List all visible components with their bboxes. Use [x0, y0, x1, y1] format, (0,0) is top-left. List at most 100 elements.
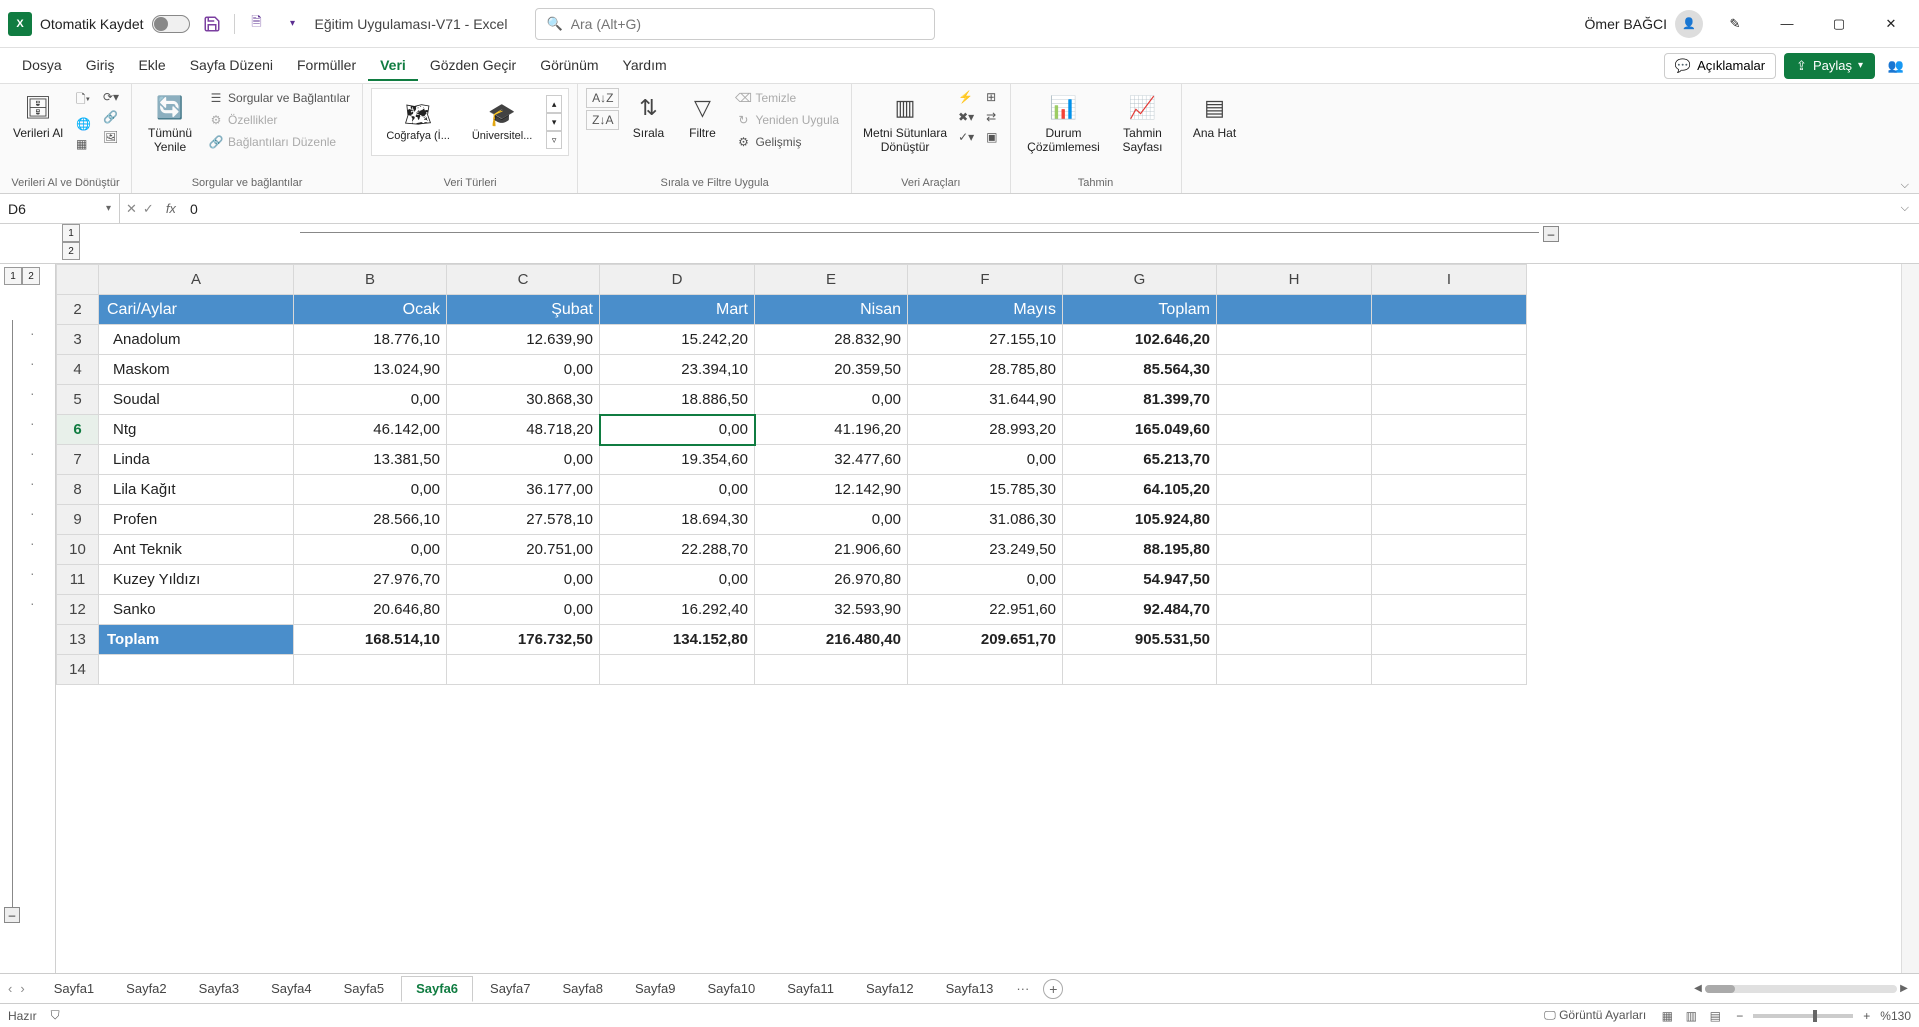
cell-E14[interactable]: [755, 655, 908, 685]
row-header-13[interactable]: 13: [57, 625, 99, 655]
page-break-icon[interactable]: ▤: [1704, 1007, 1726, 1025]
cell-I8[interactable]: [1372, 475, 1527, 505]
cell-A8[interactable]: Lila Kağıt: [99, 475, 294, 505]
cell-D13[interactable]: 134.152,80: [600, 625, 755, 655]
minimize-icon[interactable]: —: [1767, 8, 1807, 40]
tab-yardım[interactable]: Yardım: [611, 51, 679, 81]
cell-F2[interactable]: Mayıs: [908, 295, 1063, 325]
cell-H6[interactable]: [1217, 415, 1372, 445]
sheet-tab-sayfa12[interactable]: Sayfa12: [851, 976, 929, 1001]
add-sheet-button[interactable]: +: [1043, 979, 1063, 999]
save-icon[interactable]: [198, 10, 226, 38]
cell-A13[interactable]: Toplam: [99, 625, 294, 655]
cell-H5[interactable]: [1217, 385, 1372, 415]
cell-B5[interactable]: 0,00: [294, 385, 447, 415]
cell-G10[interactable]: 88.195,80: [1063, 535, 1217, 565]
cell-F11[interactable]: 0,00: [908, 565, 1063, 595]
cell-G5[interactable]: 81.399,70: [1063, 385, 1217, 415]
cell-F7[interactable]: 0,00: [908, 445, 1063, 475]
zoom-slider[interactable]: [1753, 1014, 1853, 1018]
search-input[interactable]: [571, 16, 925, 32]
cell-E13[interactable]: 216.480,40: [755, 625, 908, 655]
cell-E2[interactable]: Nisan: [755, 295, 908, 325]
from-table-icon[interactable]: ▦: [72, 135, 95, 153]
text-to-columns-button[interactable]: ▥ Metni Sütunlara Dönüştür: [860, 88, 950, 158]
row-header-6[interactable]: 6: [57, 415, 99, 445]
cell-I5[interactable]: [1372, 385, 1527, 415]
pen-icon[interactable]: ✎: [1715, 8, 1755, 40]
cell-G11[interactable]: 54.947,50: [1063, 565, 1217, 595]
close-icon[interactable]: ✕: [1871, 8, 1911, 40]
zoom-level[interactable]: %130: [1880, 1009, 1911, 1023]
autosave-toggle[interactable]: Otomatik Kaydet: [40, 15, 190, 33]
sheet-tab-sayfa13[interactable]: Sayfa13: [931, 976, 1009, 1001]
row-level-1[interactable]: 1: [4, 267, 22, 285]
row-header-7[interactable]: 7: [57, 445, 99, 475]
cell-A9[interactable]: Profen: [99, 505, 294, 535]
cell-C9[interactable]: 27.578,10: [447, 505, 600, 535]
cell-I6[interactable]: [1372, 415, 1527, 445]
existing-connections-icon[interactable]: 🔗: [99, 108, 123, 126]
vertical-scrollbar[interactable]: [1901, 264, 1919, 973]
spreadsheet-grid[interactable]: ABCDEFGHI2Cari/AylarOcakŞubatMartNisanMa…: [56, 264, 1901, 973]
comments-button[interactable]: 💬 Açıklamalar: [1664, 53, 1776, 79]
cell-B4[interactable]: 13.024,90: [294, 355, 447, 385]
zoom-out-icon[interactable]: −: [1736, 1009, 1743, 1023]
cell-H12[interactable]: [1217, 595, 1372, 625]
cell-D6[interactable]: 0,00: [600, 415, 755, 445]
cell-B8[interactable]: 0,00: [294, 475, 447, 505]
cell-I13[interactable]: [1372, 625, 1527, 655]
cell-I4[interactable]: [1372, 355, 1527, 385]
tab-veri[interactable]: Veri: [368, 51, 418, 81]
cell-F3[interactable]: 27.155,10: [908, 325, 1063, 355]
cell-H3[interactable]: [1217, 325, 1372, 355]
data-model-icon[interactable]: ▣: [982, 128, 1001, 146]
cell-F8[interactable]: 15.785,30: [908, 475, 1063, 505]
expand-formula-bar-icon[interactable]: ⌵: [1891, 202, 1919, 215]
sort-button[interactable]: ⇅ Sırala: [623, 88, 673, 144]
from-web-icon[interactable]: 🌐: [72, 115, 95, 133]
cell-E6[interactable]: 41.196,20: [755, 415, 908, 445]
cell-I11[interactable]: [1372, 565, 1527, 595]
sheet-tab-sayfa1[interactable]: Sayfa1: [39, 976, 109, 1001]
cell-D9[interactable]: 18.694,30: [600, 505, 755, 535]
cell-E10[interactable]: 21.906,60: [755, 535, 908, 565]
cell-B2[interactable]: Ocak: [294, 295, 447, 325]
cell-C10[interactable]: 20.751,00: [447, 535, 600, 565]
cell-C4[interactable]: 0,00: [447, 355, 600, 385]
cell-A10[interactable]: Ant Teknik: [99, 535, 294, 565]
sheet-tab-sayfa3[interactable]: Sayfa3: [184, 976, 254, 1001]
zoom-in-icon[interactable]: +: [1863, 1009, 1870, 1023]
user-account[interactable]: Ömer BAĞCI 👤: [1585, 10, 1703, 38]
cell-C3[interactable]: 12.639,90: [447, 325, 600, 355]
cell-F6[interactable]: 28.993,20: [908, 415, 1063, 445]
cell-B9[interactable]: 28.566,10: [294, 505, 447, 535]
cell-G14[interactable]: [1063, 655, 1217, 685]
cell-C11[interactable]: 0,00: [447, 565, 600, 595]
sheet-tab-sayfa11[interactable]: Sayfa11: [772, 976, 849, 1001]
tab-dosya[interactable]: Dosya: [10, 51, 74, 81]
geography-type[interactable]: 🗺Coğrafya (İ...: [378, 102, 458, 142]
column-header-I[interactable]: I: [1372, 265, 1527, 295]
cell-F14[interactable]: [908, 655, 1063, 685]
row-header-12[interactable]: 12: [57, 595, 99, 625]
cell-A6[interactable]: Ntg: [99, 415, 294, 445]
cell-D12[interactable]: 16.292,40: [600, 595, 755, 625]
row-header-4[interactable]: 4: [57, 355, 99, 385]
print-preview-icon[interactable]: 🗎: [243, 10, 271, 38]
forecast-sheet-button[interactable]: 📈 Tahmin Sayfası: [1113, 88, 1173, 158]
cell-A3[interactable]: Anadolum: [99, 325, 294, 355]
cell-I10[interactable]: [1372, 535, 1527, 565]
cell-E12[interactable]: 32.593,90: [755, 595, 908, 625]
edit-links-button[interactable]: 🔗Bağlantıları Düzenle: [204, 132, 354, 152]
scroll-right-icon[interactable]: ▶: [1897, 983, 1911, 994]
reapply-button[interactable]: ↻Yeniden Uygula: [731, 110, 843, 130]
cell-A2[interactable]: Cari/Aylar: [99, 295, 294, 325]
cell-B13[interactable]: 168.514,10: [294, 625, 447, 655]
sheet-tab-sayfa8[interactable]: Sayfa8: [548, 976, 618, 1001]
flash-fill-icon[interactable]: ⚡: [954, 88, 978, 106]
cell-H11[interactable]: [1217, 565, 1372, 595]
col-level-2[interactable]: 2: [62, 242, 80, 260]
cell-H14[interactable]: [1217, 655, 1372, 685]
advanced-filter-button[interactable]: ⚙Gelişmiş: [731, 132, 843, 152]
